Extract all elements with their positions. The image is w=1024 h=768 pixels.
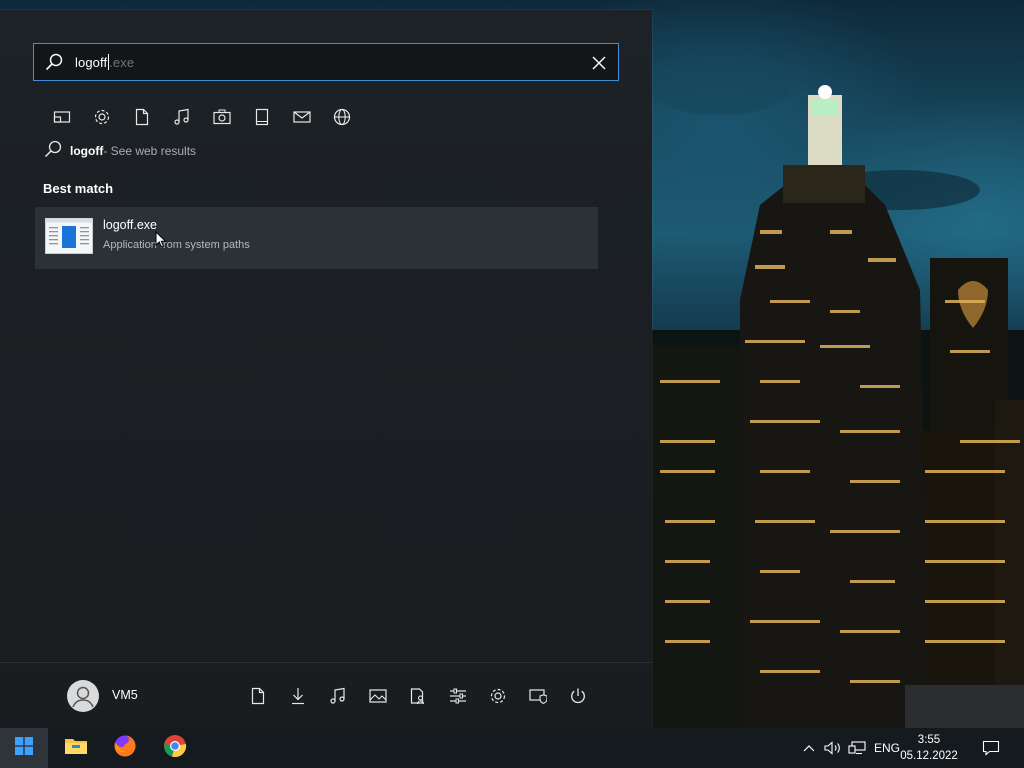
mouse-cursor-icon [155,230,167,254]
chrome-taskbar-button[interactable] [151,728,199,768]
result-subtitle: Application from system paths [103,239,250,251]
system-tray: ENG 3:55 05.12.2022 [790,728,1024,768]
firefox-icon [113,734,137,763]
photos-filter-icon[interactable] [202,104,242,130]
clock[interactable]: 3:55 05.12.2022 [900,728,958,768]
power-icon[interactable] [558,683,598,709]
search-input[interactable]: logoff .exe [75,54,134,70]
settings-icon[interactable] [478,683,518,709]
web-result-query: logoff [70,144,104,158]
search-icon [44,140,62,163]
windows-security-icon[interactable] [518,683,558,709]
volume-icon[interactable] [822,728,844,768]
sliders-icon[interactable] [438,683,478,709]
start-button[interactable] [0,728,48,768]
web-filter-icon[interactable] [322,104,362,130]
result-title: logoff.exe [103,218,157,232]
pictures-icon[interactable] [358,683,398,709]
search-filters [42,104,362,130]
language-label: ENG [873,741,900,755]
settings-filter-icon[interactable] [82,104,122,130]
quick-links [238,683,598,709]
user-avatar[interactable] [67,680,99,712]
search-autocomplete: .exe [109,55,135,70]
clock-date: 05.12.2022 [900,750,958,762]
taskbar: ENG 3:55 05.12.2022 [0,728,1024,768]
file-explorer-taskbar-button[interactable] [52,728,100,768]
downloads-icon[interactable] [278,683,318,709]
user-name: VM5 [112,688,138,702]
close-icon[interactable] [589,53,609,73]
windows-logo-icon [15,736,33,760]
search-query: logoff [75,55,108,70]
apps-filter-icon[interactable] [42,104,82,130]
search-icon [44,52,64,72]
notifications-icon[interactable] [980,728,1002,768]
web-search-result[interactable]: logoff - See web results [44,140,197,163]
search-box[interactable]: logoff .exe [33,43,619,81]
language-indicator[interactable]: ENG [872,728,902,768]
videos-filter-icon[interactable] [242,104,282,130]
application-icon [45,218,93,254]
search-panel: logoff .exe logoff - See web results Bes… [0,10,652,728]
file-explorer-icon [64,736,88,761]
music-icon[interactable] [318,683,358,709]
clock-time: 3:55 [917,734,941,746]
chevron-up-icon[interactable] [800,728,818,768]
network-icon[interactable] [846,728,868,768]
documents-icon[interactable] [238,683,278,709]
web-result-label: - See web results [103,144,197,158]
chrome-icon [163,734,187,763]
email-filter-icon[interactable] [282,104,322,130]
start-panel-footer: VM5 [0,662,652,729]
music-filter-icon[interactable] [162,104,202,130]
user-folder-icon[interactable] [398,683,438,709]
documents-filter-icon[interactable] [122,104,162,130]
firefox-taskbar-button[interactable] [101,728,149,768]
best-match-result[interactable]: logoff.exe Application from system paths [35,207,598,269]
best-match-heading: Best match [43,181,114,196]
